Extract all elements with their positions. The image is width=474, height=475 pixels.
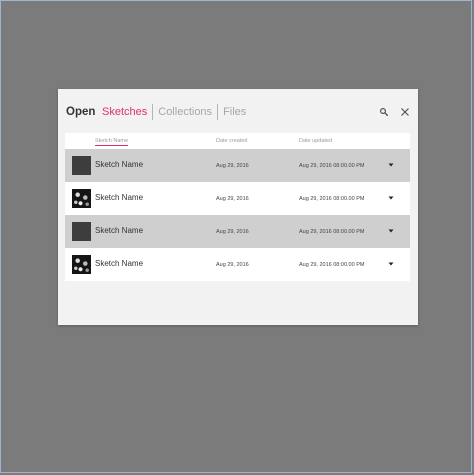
close-icon[interactable] xyxy=(400,107,410,117)
tab-files[interactable]: Files xyxy=(218,105,251,119)
sketch-name: Sketch Name xyxy=(95,160,144,169)
column-header-date-updated[interactable]: Date updated xyxy=(299,138,332,144)
sketch-thumbnail xyxy=(72,255,91,274)
date-updated: Aug 29, 2016 08:00.00 PM xyxy=(299,196,365,202)
sketch-name: Sketch Name xyxy=(95,193,144,202)
date-created: Aug 29, 2016 xyxy=(216,262,249,268)
sketch-thumbnail xyxy=(72,222,91,241)
table-row[interactable]: Sketch Name Aug 29, 2016 Aug 29, 2016 08… xyxy=(65,248,410,281)
sketch-name: Sketch Name xyxy=(95,259,144,268)
sketch-table: Sketch Name Date created Date updated Sk… xyxy=(65,133,410,281)
caret-down-icon[interactable] xyxy=(387,227,395,235)
open-dialog: Open Sketches Collections Files Sketch N… xyxy=(58,89,418,325)
sketch-thumbnail xyxy=(72,189,91,208)
table-row[interactable]: Sketch Name Aug 29, 2016 Aug 29, 2016 08… xyxy=(65,182,410,215)
tab-sketches[interactable]: Sketches xyxy=(102,105,152,119)
column-header-sketch-name[interactable]: Sketch Name xyxy=(95,138,129,146)
date-created: Aug 29, 2016 xyxy=(216,229,249,235)
caret-down-icon[interactable] xyxy=(387,161,395,169)
date-created: Aug 29, 2016 xyxy=(216,163,249,169)
date-updated: Aug 29, 2016 08:00.00 PM xyxy=(299,262,365,268)
column-header-date-created[interactable]: Date created xyxy=(216,138,248,144)
search-icon[interactable] xyxy=(379,107,389,117)
date-updated: Aug 29, 2016 08:00.00 PM xyxy=(299,163,365,169)
table-row[interactable]: Sketch Name Aug 29, 2016 Aug 29, 2016 08… xyxy=(65,149,410,182)
table-row[interactable]: Sketch Name Aug 29, 2016 Aug 29, 2016 08… xyxy=(65,215,410,248)
date-updated: Aug 29, 2016 08:00.00 PM xyxy=(299,229,365,235)
dialog-header: Open Sketches Collections Files xyxy=(58,89,418,133)
date-created: Aug 29, 2016 xyxy=(216,196,249,202)
sketch-name: Sketch Name xyxy=(95,226,144,235)
table-header: Sketch Name Date created Date updated xyxy=(65,133,410,149)
caret-down-icon[interactable] xyxy=(387,194,395,202)
sketch-thumbnail xyxy=(72,156,91,175)
dialog-title: Open xyxy=(66,106,96,118)
caret-down-icon[interactable] xyxy=(387,260,395,268)
tab-bar: Sketches Collections Files xyxy=(102,104,251,120)
tab-collections[interactable]: Collections xyxy=(153,105,217,119)
